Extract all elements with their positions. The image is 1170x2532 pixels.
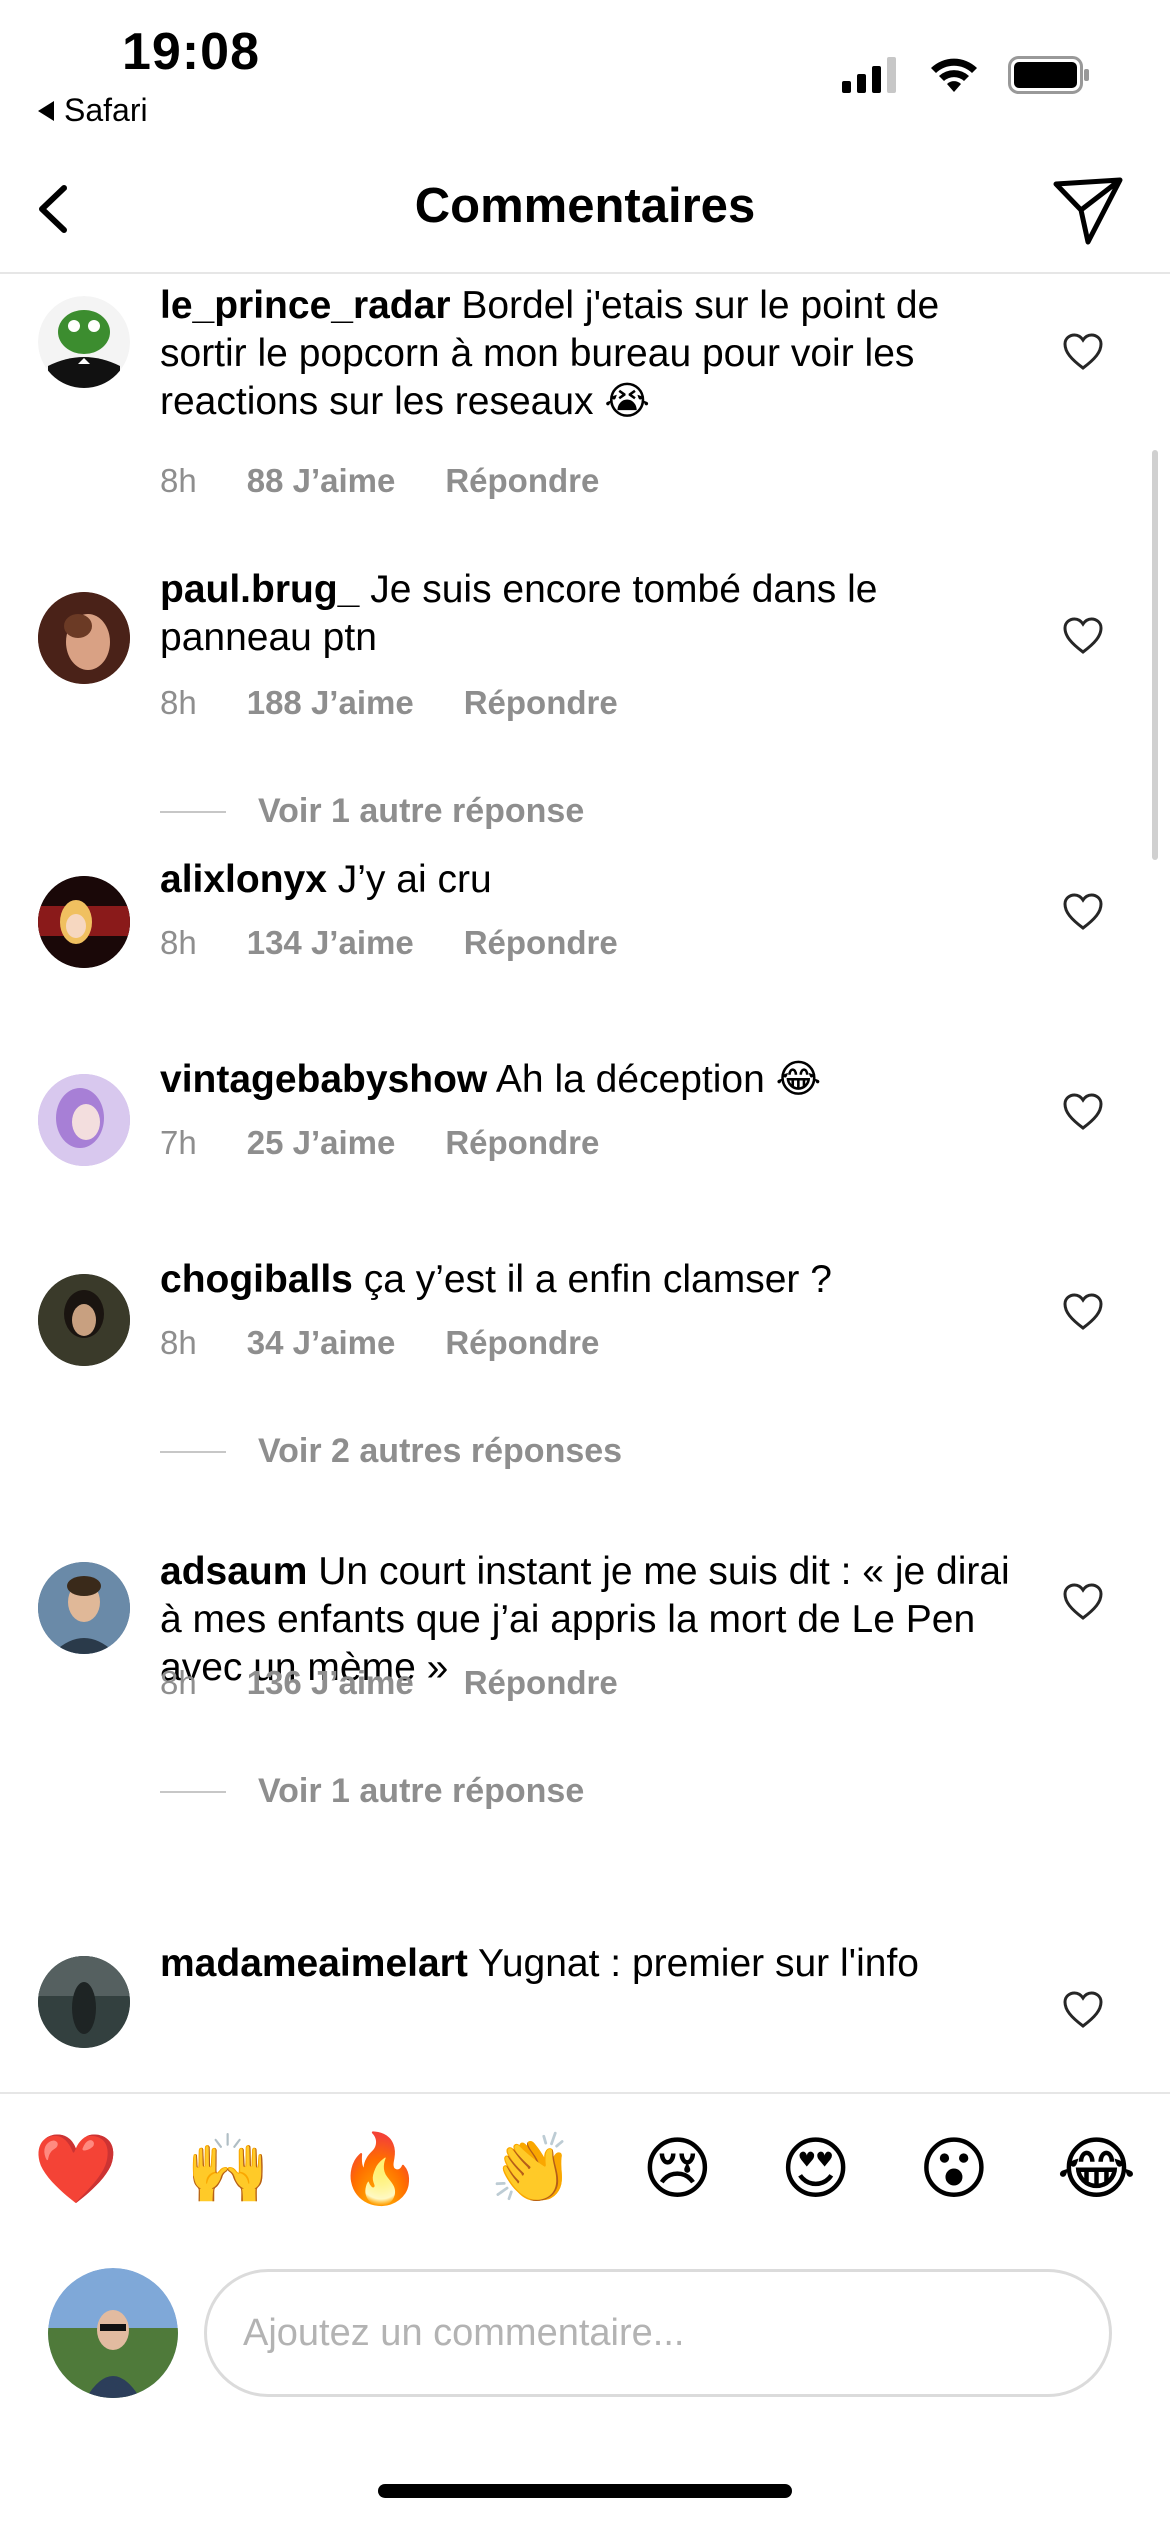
reply-button[interactable]: Répondre bbox=[464, 684, 618, 722]
comment-body: Yugnat : premier sur l'info bbox=[477, 1942, 919, 1985]
surprised-face-emoji-icon[interactable]: 😮 bbox=[919, 2130, 990, 2209]
divider-line bbox=[160, 810, 226, 813]
fire-emoji-icon[interactable]: 🔥 bbox=[338, 2129, 423, 2209]
comment-time: 8h bbox=[160, 462, 197, 499]
comment-body: ça y’est il a enfin clamser ? bbox=[363, 1258, 832, 1301]
comment-meta: 8h 134 J’aime Répondre bbox=[160, 924, 618, 962]
view-replies-button[interactable]: Voir 1 autre réponse bbox=[160, 792, 584, 831]
comment-time: 8h bbox=[160, 1324, 197, 1361]
comment-text: madameaimelart Yugnat : premier sur l'in… bbox=[160, 1940, 1020, 1988]
send-icon[interactable] bbox=[1050, 172, 1126, 248]
comment-likes[interactable]: 34 J’aime bbox=[247, 1324, 396, 1362]
heart-icon[interactable] bbox=[1062, 1092, 1104, 1132]
view-replies-button[interactable]: Voir 2 autres réponses bbox=[160, 1432, 622, 1471]
comment-text: chogiballs ça y’est il a enfin clamser ? bbox=[160, 1256, 1020, 1304]
reply-button[interactable]: Répondre bbox=[464, 924, 618, 962]
header: Commentaires bbox=[0, 150, 1170, 274]
view-replies-label: Voir 1 autre réponse bbox=[258, 792, 585, 830]
comment-body: J’y ai cru bbox=[337, 858, 492, 901]
comment-text: vintagebabyshow Ah la déception 😂 bbox=[160, 1056, 1020, 1104]
signal-icon bbox=[842, 57, 896, 93]
comment-text: le_prince_radar Bordel j'etais sur le po… bbox=[160, 282, 1020, 426]
heart-icon[interactable] bbox=[1062, 1292, 1104, 1332]
reply-button[interactable]: Répondre bbox=[445, 462, 599, 500]
back-app-label: Safari bbox=[64, 92, 148, 128]
avatar[interactable] bbox=[38, 592, 130, 684]
comment-meta: 7h 25 J’aime Répondre bbox=[160, 1124, 599, 1162]
avatar[interactable] bbox=[38, 296, 130, 388]
status-icons bbox=[842, 56, 1090, 94]
heart-icon[interactable] bbox=[1062, 332, 1104, 372]
crying-face-emoji-icon[interactable]: 😢 bbox=[642, 2130, 713, 2209]
battery-icon bbox=[1008, 56, 1089, 94]
back-to-app[interactable]: Safari bbox=[38, 92, 148, 129]
comment-username[interactable]: vintagebabyshow bbox=[160, 1058, 487, 1101]
reply-button[interactable]: Répondre bbox=[445, 1324, 599, 1362]
view-replies-label: Voir 2 autres réponses bbox=[258, 1432, 623, 1470]
comment-username[interactable]: adsaum bbox=[160, 1550, 307, 1593]
home-indicator[interactable] bbox=[378, 2484, 792, 2498]
comment-username[interactable]: madameaimelart bbox=[160, 1942, 468, 1985]
comment-time: 7h bbox=[160, 1124, 197, 1161]
comment-likes[interactable]: 136 J’aime bbox=[247, 1664, 414, 1702]
comment-meta: 8h 136 J’aime Répondre bbox=[160, 1664, 618, 1702]
status-time: 19:08 bbox=[122, 23, 260, 81]
reply-button[interactable]: Répondre bbox=[445, 1124, 599, 1162]
comment-composer bbox=[0, 2244, 1170, 2424]
comment-input[interactable] bbox=[204, 2269, 1112, 2397]
view-replies-label: Voir 1 autre réponse bbox=[258, 1772, 585, 1810]
comment-time: 8h bbox=[160, 924, 197, 961]
avatar[interactable] bbox=[38, 876, 130, 968]
divider-line bbox=[160, 1790, 226, 1793]
avatar[interactable] bbox=[38, 1074, 130, 1166]
red-heart-emoji-icon[interactable]: ❤️ bbox=[34, 2129, 119, 2209]
raising-hands-emoji-icon[interactable]: 🙌 bbox=[186, 2129, 271, 2209]
tears-of-joy-emoji-icon[interactable]: 😂 bbox=[1057, 2130, 1136, 2209]
avatar[interactable] bbox=[38, 1562, 130, 1654]
comment-username[interactable]: chogiballs bbox=[160, 1258, 353, 1301]
comment-text: alixlonyx J’y ai cru bbox=[160, 856, 1020, 904]
back-triangle-icon bbox=[38, 100, 54, 121]
emoji-bar: ❤️ 🙌 🔥 👏 😢 😍 😮 😂 bbox=[0, 2092, 1170, 2244]
comment-likes[interactable]: 88 J’aime bbox=[247, 462, 396, 500]
clapping-hands-emoji-icon[interactable]: 👏 bbox=[490, 2129, 575, 2209]
comment-username[interactable]: le_prince_radar bbox=[160, 284, 451, 327]
view-replies-button[interactable]: Voir 1 autre réponse bbox=[160, 1772, 584, 1811]
page-title: Commentaires bbox=[414, 179, 756, 233]
scrollbar[interactable] bbox=[1152, 450, 1158, 860]
comment-username[interactable]: alixlonyx bbox=[160, 858, 327, 901]
comments-list[interactable]: le_prince_radar Bordel j'etais sur le po… bbox=[0, 272, 1170, 2092]
comment-body: Ah la déception 😂 bbox=[495, 1058, 822, 1101]
comment-meta: 8h 34 J’aime Répondre bbox=[160, 1324, 599, 1362]
comment-username[interactable]: paul.brug_ bbox=[160, 568, 359, 611]
avatar[interactable] bbox=[38, 1274, 130, 1366]
comment-likes[interactable]: 188 J’aime bbox=[247, 684, 414, 722]
heart-icon[interactable] bbox=[1062, 1582, 1104, 1622]
heart-icon[interactable] bbox=[1062, 892, 1104, 932]
divider-line bbox=[160, 1450, 226, 1453]
wifi-icon bbox=[931, 58, 977, 92]
comment-time: 8h bbox=[160, 1664, 197, 1701]
heart-icon[interactable] bbox=[1062, 616, 1104, 656]
status-bar: 19:08 Safari bbox=[0, 0, 1170, 150]
my-avatar bbox=[48, 2268, 178, 2398]
reply-button[interactable]: Répondre bbox=[464, 1664, 618, 1702]
heart-eyes-emoji-icon[interactable]: 😍 bbox=[780, 2130, 851, 2209]
heart-icon[interactable] bbox=[1062, 1990, 1104, 2030]
comment-text: paul.brug_ Je suis encore tombé dans le … bbox=[160, 566, 1020, 662]
comment-meta: 8h 88 J’aime Répondre bbox=[160, 462, 599, 500]
comment-likes[interactable]: 25 J’aime bbox=[247, 1124, 396, 1162]
comment-time: 8h bbox=[160, 684, 197, 721]
comment-likes[interactable]: 134 J’aime bbox=[247, 924, 414, 962]
comment-meta: 8h 188 J’aime Répondre bbox=[160, 684, 618, 722]
avatar[interactable] bbox=[38, 1956, 130, 2048]
